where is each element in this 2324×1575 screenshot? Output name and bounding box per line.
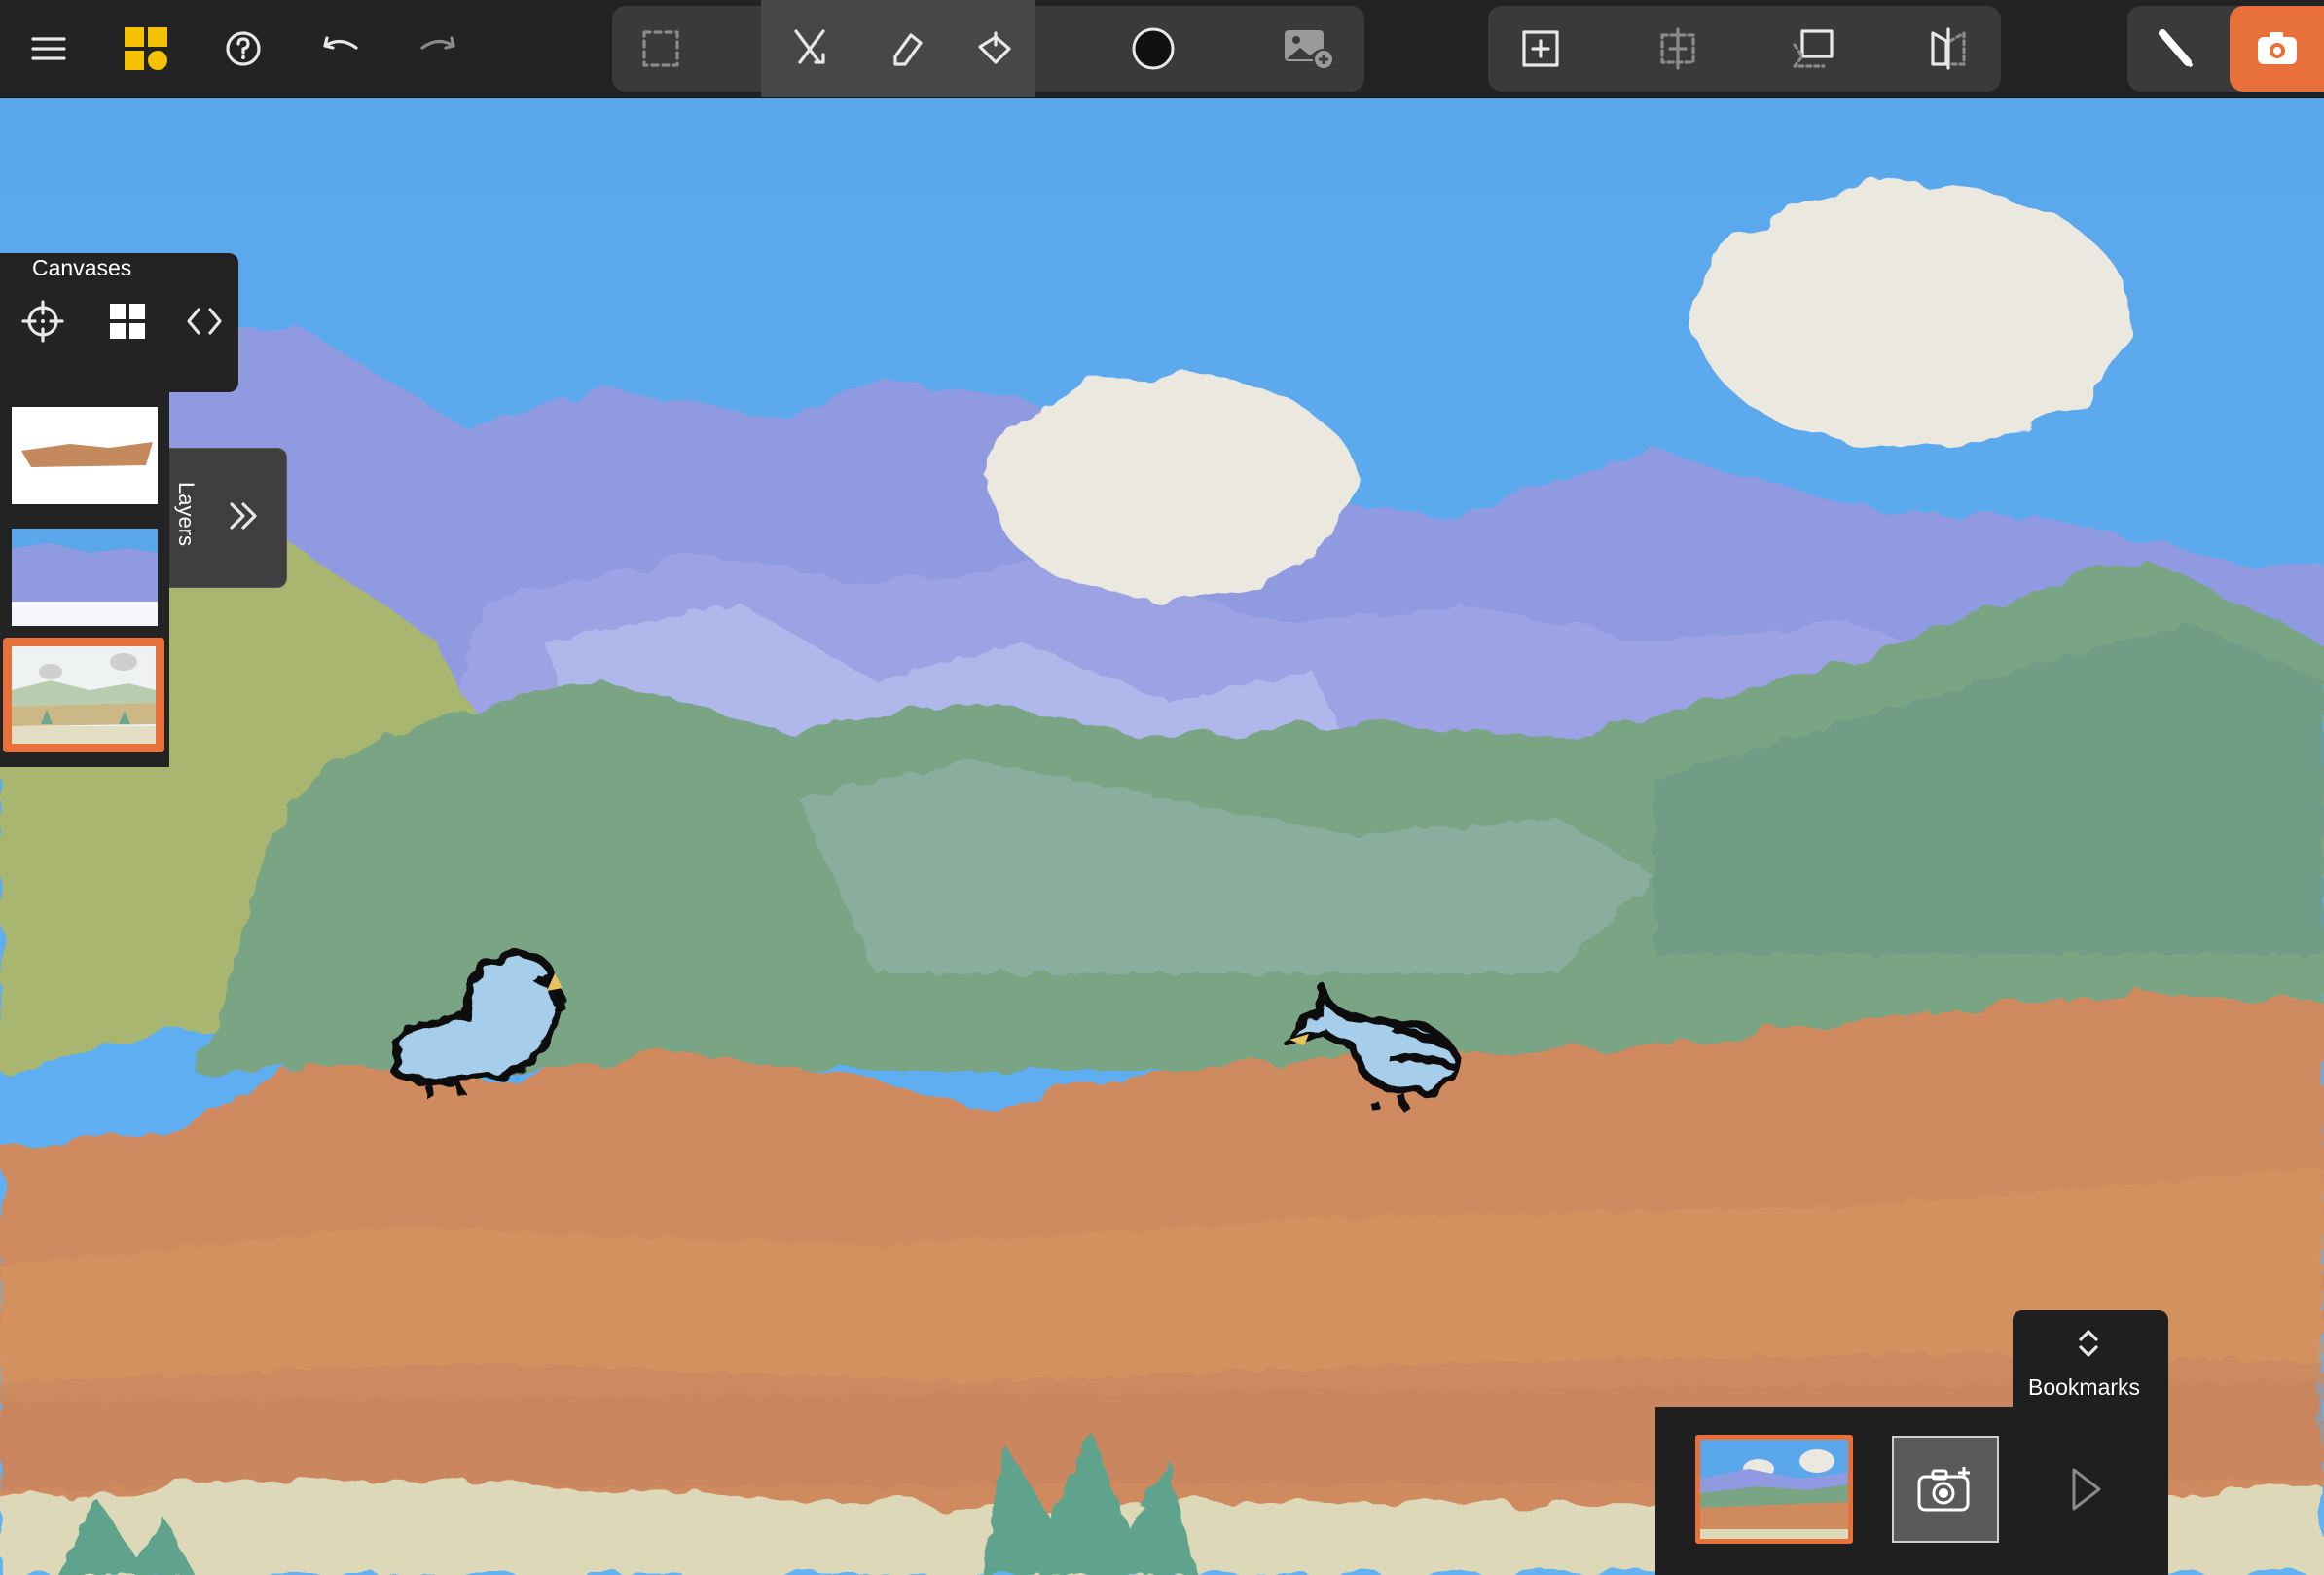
bookmarks-label: Bookmarks [2028, 1374, 2141, 1400]
double-chevron-right-icon[interactable] [224, 496, 263, 535]
camera-plus-icon[interactable] [1892, 1436, 1999, 1543]
code-brackets-icon[interactable] [175, 292, 234, 350]
layers-label: Layers [174, 482, 199, 547]
pencil-mode-icon[interactable] [2127, 0, 2225, 97]
add-canvas-icon[interactable] [1492, 0, 1589, 97]
color-circle-icon[interactable] [1105, 0, 1202, 97]
crosshair-icon[interactable] [14, 292, 72, 350]
eraser-icon[interactable] [858, 0, 956, 97]
tools-group [612, 0, 1364, 97]
play-icon[interactable] [2061, 1462, 2110, 1517]
insert-image-icon[interactable] [1260, 0, 1358, 97]
layer-sky[interactable] [12, 529, 158, 626]
fill-icon[interactable] [956, 0, 1035, 97]
chevron-up-down-icon[interactable] [2073, 1326, 2104, 1361]
canvases-title: Canvases [32, 255, 132, 280]
camera-icon[interactable] [2230, 6, 2324, 92]
canvas-tools-group [1488, 6, 2001, 92]
brush-icon[interactable] [761, 0, 858, 97]
help-icon[interactable] [195, 0, 292, 97]
redo-icon[interactable] [389, 0, 487, 97]
bookmark-thumbnail[interactable] [1695, 1435, 1853, 1544]
layer-ground[interactable] [12, 407, 158, 504]
transform-icon[interactable] [1764, 0, 1862, 97]
menu-icon[interactable] [0, 0, 97, 97]
resize-canvas-icon[interactable] [1629, 0, 1726, 97]
selection-icon[interactable] [612, 0, 709, 97]
app-logo-icon[interactable] [97, 0, 195, 97]
layers-strip [0, 392, 169, 767]
flip-icon[interactable] [1900, 0, 1997, 97]
grid-icon[interactable] [98, 292, 157, 350]
drawing-canvas[interactable] [0, 97, 2324, 1575]
top-toolbar [0, 0, 2324, 98]
layer-full-scene[interactable] [3, 638, 164, 752]
undo-icon[interactable] [292, 0, 389, 97]
